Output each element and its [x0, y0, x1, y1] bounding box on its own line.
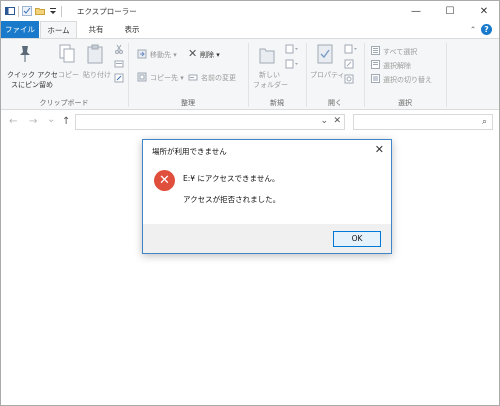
recent-locations-icon[interactable]: ⌄ — [47, 114, 55, 125]
paste-icon — [87, 44, 103, 66]
close-window-button[interactable]: ✕ — [467, 1, 500, 21]
rename-label: 名前の変更 — [201, 74, 236, 82]
edit-icon[interactable] — [344, 59, 354, 71]
tab-file[interactable]: ファイル — [1, 21, 39, 38]
minimize-button[interactable]: — — [399, 1, 433, 21]
paste-label: 貼り付け — [83, 71, 111, 79]
error-dialog: 場所が利用できません ✕ ✕ E:¥ にアクセスできません。 アクセスが拒否され… — [142, 139, 392, 254]
dialog-title: 場所が利用できません — [152, 147, 227, 156]
invert-selection-label: 選択の切り替え — [383, 76, 432, 84]
ok-button[interactable]: OK — [333, 231, 381, 247]
delete-icon: ✕ — [188, 47, 198, 60]
pin-label-line1: クイック アクセ — [7, 71, 58, 79]
ribbon-home: クイック アクセ スにピン留め コピー 貼り付け クリップボード 移動先 ▾ コ… — [1, 38, 499, 110]
dialog-message-line1: E:¥ にアクセスできません。 — [183, 174, 280, 183]
new-folder-small-icon[interactable] — [35, 6, 45, 16]
qat-separator — [18, 5, 19, 17]
maximize-icon: ☐ — [445, 5, 455, 17]
select-all-label: すべて選択 — [383, 48, 418, 56]
properties-label: プロパティ — [310, 71, 345, 79]
clipboard-group-label: クリップボード — [39, 99, 89, 107]
new-group-label: 新規 — [270, 99, 284, 107]
dialog-footer: OK — [143, 224, 391, 253]
invert-selection-icon — [371, 74, 380, 85]
tab-view[interactable]: 表示 — [115, 21, 149, 38]
back-icon[interactable]: ← — [9, 116, 17, 127]
open-group-label: 開く — [328, 99, 342, 107]
select-group-label: 選択 — [398, 99, 412, 107]
dialog-close-icon[interactable]: ✕ — [375, 143, 384, 156]
explorer-app-icon[interactable] — [5, 6, 15, 16]
error-icon: ✕ — [154, 170, 175, 191]
properties-icon — [317, 44, 333, 66]
copy-icon — [59, 44, 75, 66]
minimize-icon: — — [411, 5, 421, 17]
move-to-icon — [137, 49, 147, 61]
new-folder-label-line2: フォルダー — [253, 81, 288, 89]
copy-label: コピー — [58, 71, 79, 79]
search-icon[interactable]: ⌕ — [482, 117, 487, 127]
paste-shortcut-icon[interactable] — [114, 73, 124, 85]
qat-customize-dropdown-icon[interactable] — [48, 6, 58, 16]
select-none-label: 選択解除 — [383, 62, 411, 70]
properties-checkmark-icon[interactable] — [22, 6, 32, 16]
collapse-ribbon-icon[interactable]: ⌃ — [467, 21, 479, 38]
delete-label: 削除 ▾ — [200, 51, 220, 59]
history-icon[interactable] — [344, 74, 354, 86]
address-bar[interactable]: ⌄ ✕ — [75, 114, 345, 130]
search-input[interactable]: ⌕ — [353, 114, 493, 130]
explorer-window: エクスプローラー — ☐ ✕ ファイル ホーム 共有 表示 ⌃ ? クイック ア… — [0, 0, 500, 406]
help-icon[interactable]: ? — [481, 24, 492, 35]
group-divider — [446, 43, 447, 107]
window-title: エクスプローラー — [77, 7, 137, 16]
title-bar: エクスプローラー — ☐ ✕ — [1, 1, 499, 21]
ribbon-tab-bar: ファイル ホーム 共有 表示 ⌃ ? — [1, 21, 499, 39]
new-folder-icon — [259, 45, 275, 67]
maximize-button[interactable]: ☐ — [433, 1, 467, 21]
qat-separator — [61, 5, 62, 17]
address-dropdown-icon[interactable]: ⌄ — [320, 116, 328, 126]
forward-icon[interactable]: → — [29, 116, 37, 127]
move-to-label: 移動先 ▾ — [150, 51, 177, 59]
navigation-bar: ← → ⌄ ↑ ⌄ ✕ ⌕ — [1, 111, 499, 133]
up-icon[interactable]: ↑ — [62, 116, 70, 127]
rename-icon — [188, 72, 198, 84]
cut-icon[interactable] — [114, 44, 124, 56]
copy-to-label: コピー先 ▾ — [150, 74, 184, 82]
pin-icon — [17, 45, 33, 65]
tab-share[interactable]: 共有 — [79, 21, 113, 38]
close-icon: ✕ — [479, 5, 489, 17]
dialog-message-line2: アクセスが拒否されました。 — [183, 195, 281, 204]
organize-group-label: 整理 — [181, 99, 195, 107]
select-all-icon — [371, 46, 380, 57]
copy-to-icon — [137, 72, 147, 84]
address-clear-icon[interactable]: ✕ — [333, 116, 341, 126]
easy-access-icon[interactable] — [285, 59, 299, 71]
tab-home[interactable]: ホーム — [40, 21, 77, 39]
open-icon[interactable] — [344, 44, 358, 56]
new-item-icon[interactable] — [285, 44, 299, 56]
new-folder-label-line1: 新しい — [259, 71, 280, 79]
pin-label-line2: スにピン留め — [11, 81, 53, 89]
select-none-icon — [371, 60, 380, 71]
copy-path-icon[interactable] — [114, 59, 124, 71]
quick-access-toolbar — [5, 4, 62, 18]
